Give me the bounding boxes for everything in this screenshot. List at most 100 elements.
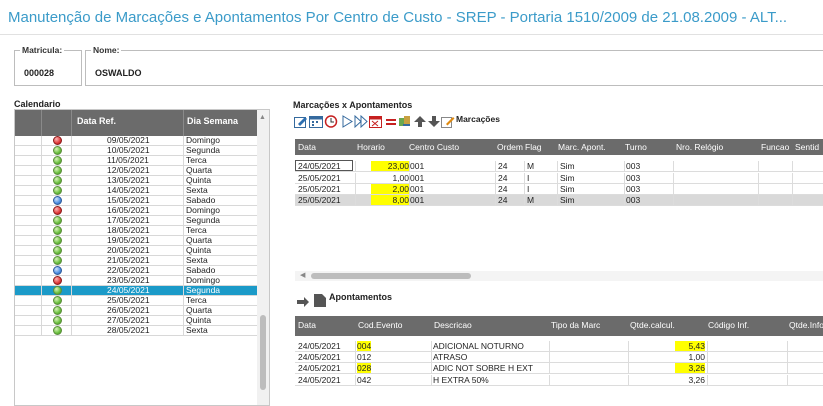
equals-icon[interactable]: [384, 115, 398, 128]
marc-cell-cc[interactable]: 001: [410, 184, 424, 194]
calendar-col-dia-semana[interactable]: Dia Semana: [187, 116, 238, 126]
marcacoes-col-sentido[interactable]: Sentid: [795, 142, 819, 152]
marc-cell-apont[interactable]: Sim: [560, 173, 575, 183]
status-green-icon: [53, 316, 62, 325]
calendar-col-data-ref[interactable]: Data Ref.: [77, 116, 116, 126]
apont-cell-cod[interactable]: 028: [357, 363, 372, 373]
marc-cell-horario[interactable]: 23,00: [371, 161, 409, 171]
marc-cell-ordem[interactable]: 24: [498, 184, 507, 194]
apont-cell-data[interactable]: 24/05/2021: [298, 341, 341, 351]
calendar-icon[interactable]: [309, 115, 323, 128]
apont-col-codigo-inf[interactable]: Código Inf.: [708, 320, 749, 330]
nome-field[interactable]: Nome: OSWALDO: [85, 45, 823, 86]
play-icon[interactable]: [340, 115, 354, 128]
marcacoes-col-flag[interactable]: Flag: [525, 142, 542, 152]
apont-col-data[interactable]: Data: [298, 320, 316, 330]
status-green-icon: [53, 186, 62, 195]
marc-cell-cc[interactable]: 001: [410, 161, 424, 171]
marc-cell-data[interactable]: 25/05/2021: [298, 173, 341, 183]
marcacoes-col-data[interactable]: Data: [298, 142, 316, 152]
marc-cell-apont[interactable]: Sim: [560, 161, 575, 171]
edit-note-icon[interactable]: [441, 115, 455, 128]
arrow-up-icon[interactable]: [413, 115, 427, 128]
marcacoes-row[interactable]: 25/05/2021 8,00 001 24 M Sim 003: [295, 195, 823, 206]
marcacoes-col-ordem[interactable]: Ordem: [497, 142, 523, 152]
apont-cell-qtd[interactable]: 3,26: [675, 363, 705, 373]
marc-cell-turno[interactable]: 003: [626, 161, 640, 171]
apont-cell-data[interactable]: 24/05/2021: [298, 352, 341, 362]
calendar-row[interactable]: 28/05/2021 Sexta: [15, 326, 257, 336]
marc-cell-ordem[interactable]: 24: [498, 173, 507, 183]
marcacoes-row[interactable]: 25/05/2021 2,00 001 24 I Sim 003: [295, 184, 823, 195]
apontamentos-row[interactable]: 24/05/2021 004 ADICIONAL NOTURNO 5,43: [295, 341, 823, 352]
marcacoes-col-horario[interactable]: Horario: [357, 142, 385, 152]
apontamentos-row[interactable]: 24/05/2021 042 H EXTRA 50% 3,26: [295, 375, 823, 386]
marc-cell-ordem[interactable]: 24: [498, 195, 507, 205]
apont-cell-data[interactable]: 24/05/2021: [298, 363, 341, 373]
marcacoes-col-nro-relogio[interactable]: Nro. Relógio: [676, 142, 723, 152]
apont-cell-data[interactable]: 24/05/2021: [298, 375, 341, 385]
marc-cell-turno[interactable]: 003: [626, 184, 640, 194]
apont-col-qtde-calcul[interactable]: Qtde.calcul.: [630, 320, 675, 330]
calendar-delete-icon[interactable]: [369, 115, 383, 128]
apont-col-descricao[interactable]: Descricao: [434, 320, 472, 330]
marcacoes-col-funcao[interactable]: Funcao: [761, 142, 789, 152]
marcacoes-row[interactable]: 25/05/2021 1,00 001 24 I Sim 003: [295, 173, 823, 184]
fast-forward-icon[interactable]: [354, 115, 368, 128]
calendar-scrollbar[interactable]: ▲: [257, 110, 269, 405]
apont-cell-cod[interactable]: 012: [357, 352, 371, 362]
marc-cell-flag[interactable]: M: [527, 161, 534, 171]
matricula-field[interactable]: Matricula: 000028: [14, 45, 82, 86]
apont-cell-qtd[interactable]: 5,43: [675, 341, 705, 351]
arrow-right-icon[interactable]: [296, 297, 310, 307]
marc-cell-turno[interactable]: 003: [626, 195, 640, 205]
scroll-left-icon[interactable]: ◀: [300, 271, 305, 279]
apont-col-qtde-info[interactable]: Qtde.Info: [789, 320, 823, 330]
marc-cell-turno[interactable]: 003: [626, 173, 640, 183]
apont-cell-desc[interactable]: H EXTRA 50%: [433, 375, 489, 385]
apont-col-tipo-marc[interactable]: Tipo da Marc: [551, 320, 600, 330]
marcacoes-row[interactable]: 24/05/2021 23,00 001 24 M Sim 003: [295, 160, 823, 172]
apont-col-cod-evento[interactable]: Cod.Evento: [358, 320, 402, 330]
marc-cell-horario[interactable]: 1,00: [371, 173, 409, 183]
clock-icon[interactable]: [324, 115, 338, 128]
marc-cell-apont[interactable]: Sim: [560, 195, 575, 205]
document-icon[interactable]: [313, 294, 327, 307]
apont-cell-qtd[interactable]: 3,26: [675, 375, 705, 385]
nome-value[interactable]: OSWALDO: [95, 68, 142, 78]
calendar-grid[interactable]: Data Ref. Dia Semana 09/05/2021 Domingo 10…: [14, 109, 270, 406]
calendar-scroll-thumb[interactable]: [260, 315, 266, 390]
marcacoes-col-turno[interactable]: Turno: [625, 142, 647, 152]
apont-cell-cod[interactable]: 042: [357, 375, 371, 385]
apontamentos-row[interactable]: 24/05/2021 028 ADIC NOT SOBRE H EXT 3,26: [295, 363, 823, 374]
marc-cell-data[interactable]: 25/05/2021: [298, 195, 341, 205]
calendar-date: 12/05/2021: [107, 165, 150, 175]
apont-cell-desc[interactable]: ADICIONAL NOTURNO: [433, 341, 524, 351]
transfer-icon[interactable]: [398, 115, 412, 128]
marcacoes-hscrollbar[interactable]: ◀: [295, 271, 823, 281]
apont-cell-qtd[interactable]: 1,00: [675, 352, 705, 362]
apont-cell-desc[interactable]: ADIC NOT SOBRE H EXT: [433, 363, 533, 373]
marc-cell-ordem[interactable]: 24: [498, 161, 507, 171]
marcacoes-hscroll-thumb[interactable]: [311, 273, 471, 279]
marcacoes-col-marc-apont[interactable]: Marc. Apont.: [558, 142, 606, 152]
matricula-value[interactable]: 000028: [24, 68, 54, 78]
marc-cell-apont[interactable]: Sim: [560, 184, 575, 194]
arrow-down-icon[interactable]: [427, 115, 441, 128]
scroll-up-icon[interactable]: ▲: [259, 114, 266, 121]
apontamentos-row[interactable]: 24/05/2021 012 ATRASO 1,00: [295, 352, 823, 363]
apont-cell-desc[interactable]: ATRASO: [433, 352, 467, 362]
marc-cell-cc[interactable]: 001: [410, 195, 424, 205]
marc-cell-data[interactable]: 24/05/2021: [298, 161, 341, 171]
marc-cell-flag[interactable]: I: [527, 184, 529, 194]
marcacoes-col-centro-custo[interactable]: Centro Custo: [409, 142, 459, 152]
marc-cell-horario[interactable]: 2,00: [371, 184, 409, 194]
edit-icon[interactable]: [294, 115, 308, 128]
marc-cell-flag[interactable]: M: [527, 195, 534, 205]
marc-cell-horario[interactable]: 8,00: [371, 195, 409, 205]
marc-cell-data[interactable]: 25/05/2021: [298, 184, 341, 194]
marc-cell-cc[interactable]: 001: [410, 173, 424, 183]
marc-cell-flag[interactable]: I: [527, 173, 529, 183]
calendar-day: Domingo: [186, 205, 221, 215]
apont-cell-cod[interactable]: 004: [357, 341, 372, 351]
